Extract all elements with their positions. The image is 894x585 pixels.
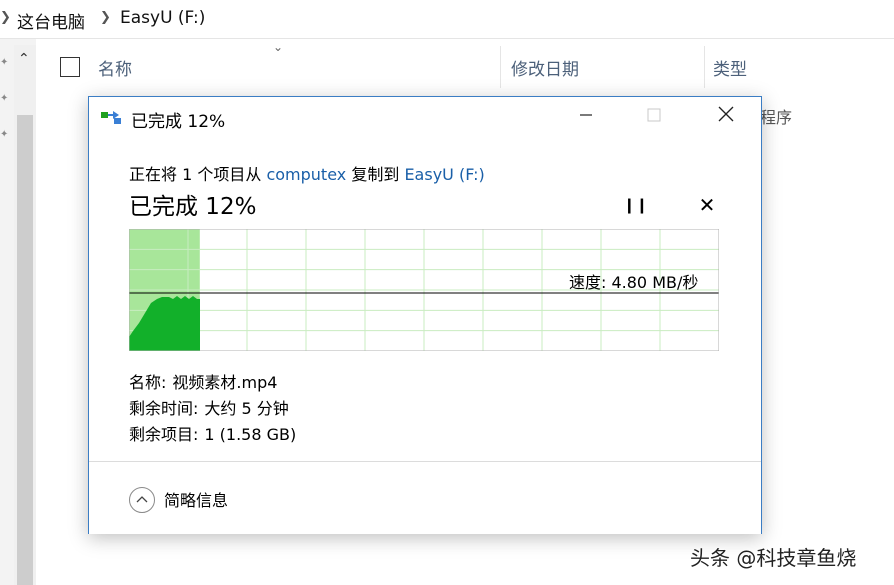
pin-icon: ✦	[0, 129, 9, 140]
maximize-icon	[647, 108, 661, 122]
speed-label: 速度: 4.80 MB/秒	[569, 273, 699, 292]
pause-button[interactable]: ❙❙	[623, 193, 649, 217]
items-remaining-row: 剩余项目: 1 (1.58 GB)	[129, 421, 296, 445]
file-name-row: 名称: 视频素材.mp4	[129, 369, 277, 393]
percent-complete: 已完成 12%	[129, 194, 257, 220]
time-remaining-label: 剩余时间:	[129, 399, 199, 418]
breadcrumb-drive[interactable]: EasyU (F:)	[120, 8, 205, 28]
cancel-copy-button[interactable]: ✕	[695, 193, 719, 217]
status-prefix: 正在将 1 个项目从	[129, 165, 262, 184]
watermark-text: 头条 @科技章鱼烧	[690, 546, 857, 570]
copy-progress-dialog: 已完成 12% 正在将 1 个项目从 computex 复制到 EasyU (F…	[88, 96, 762, 534]
column-separator[interactable]	[704, 46, 705, 88]
name-label: 名称:	[129, 373, 167, 392]
destination-drive-link[interactable]: EasyU (F:)	[404, 165, 484, 184]
pin-icon: ✦	[0, 57, 9, 68]
time-remaining-row: 剩余时间: 大约 5 分钟	[129, 395, 289, 419]
nav-scrollbar[interactable]: ⌃	[14, 45, 36, 585]
collapse-details-button[interactable]	[129, 487, 155, 513]
copy-status-text: 正在将 1 个项目从 computex 复制到 EasyU (F:)	[129, 161, 485, 185]
copy-file-icon	[101, 111, 121, 124]
file-type-cell: 程序	[760, 108, 793, 127]
dialog-title: 已完成 12%	[131, 112, 226, 132]
file-name-value: 视频素材.mp4	[172, 373, 278, 392]
scroll-up-icon[interactable]: ⌃	[18, 51, 30, 67]
column-separator[interactable]	[500, 46, 501, 88]
column-header-type[interactable]: 类型	[713, 55, 747, 80]
fewer-details-label[interactable]: 简略信息	[164, 487, 228, 511]
address-bar[interactable]: ❯ 这台电脑 ❯ EasyU (F:)	[0, 0, 894, 39]
column-header-name[interactable]: 名称	[98, 55, 132, 80]
pause-icon: ❙❙	[623, 196, 649, 214]
minimize-button[interactable]	[563, 97, 609, 139]
close-icon: ✕	[698, 193, 716, 217]
close-button[interactable]	[703, 97, 749, 139]
pin-icon: ✦	[0, 93, 9, 104]
breadcrumb-this-pc[interactable]: 这台电脑	[17, 8, 85, 33]
items-remaining-value: 1 (1.58 GB)	[204, 425, 297, 444]
chevron-right-icon: ❯	[0, 10, 11, 25]
select-all-checkbox[interactable]	[60, 57, 80, 77]
dialog-footer: 简略信息	[89, 461, 761, 534]
dialog-titlebar[interactable]: 已完成 12%	[89, 97, 761, 139]
scrollbar-thumb[interactable]	[17, 115, 33, 585]
source-folder-link[interactable]: computex	[266, 165, 346, 184]
chevron-up-icon	[136, 496, 148, 503]
chevron-right-icon: ❯	[100, 10, 111, 25]
items-remaining-label: 剩余项目:	[129, 425, 199, 444]
sort-chevron-icon[interactable]: ⌄	[273, 40, 283, 54]
close-icon	[718, 106, 734, 122]
time-remaining-value: 大约 5 分钟	[204, 399, 289, 418]
minimize-icon	[580, 114, 592, 116]
column-header-modified[interactable]: 修改日期	[511, 55, 579, 80]
maximize-button[interactable]	[631, 97, 677, 139]
status-middle: 复制到	[351, 165, 400, 184]
